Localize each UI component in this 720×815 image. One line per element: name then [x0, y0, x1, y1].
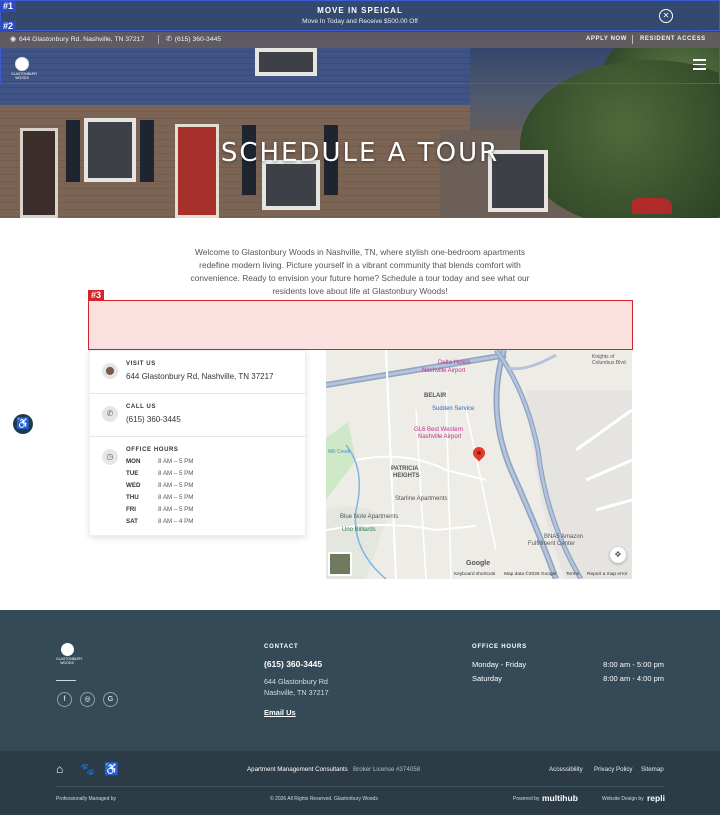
- hero-car: [632, 198, 672, 214]
- main-nav: GLASTONBURY WOODS: [0, 47, 720, 84]
- managed-by-text: Professionally Managed by: [56, 796, 117, 802]
- map-pin-icon: ◉: [10, 36, 16, 43]
- powered-by-text: Powered by: [513, 796, 540, 802]
- visit-address[interactable]: 644 Glastonbury Rd, Nashville, TN 37217: [126, 372, 274, 381]
- map-poi[interactable]: Nashville Airport: [422, 368, 465, 374]
- logo-text: GLASTONBURY WOODS: [11, 72, 38, 80]
- privacy-policy-link[interactable]: Privacy Policy: [594, 766, 633, 773]
- office-hours-heading: OFFICE HOURS: [472, 644, 527, 650]
- pet-friendly-icon: 🐾: [80, 762, 95, 776]
- divider: [56, 786, 664, 787]
- sitemap-link[interactable]: Sitemap: [641, 766, 664, 773]
- resident-access-button[interactable]: RESIDENT ACCESS: [640, 36, 706, 42]
- broker-license: Broker License #374058: [353, 766, 421, 773]
- map-label: Knights of Columbus Blvd: [592, 354, 626, 366]
- map-roads: [326, 350, 632, 579]
- website-design-text: Website Design by: [602, 796, 644, 802]
- map-poi[interactable]: Delta Hotels: [438, 360, 471, 366]
- repli-logo[interactable]: repli: [647, 793, 665, 803]
- footer-address-line2: Nashville, TN 37217: [264, 688, 329, 697]
- keyboard-shortcuts-link[interactable]: Keyboard shortcuts: [454, 572, 495, 577]
- annotation-badge-2: #2: [0, 21, 17, 32]
- map-poi[interactable]: BNA5 Amazon: [544, 534, 583, 540]
- facebook-icon[interactable]: f: [57, 692, 72, 707]
- map-label: PATRICIA: [391, 466, 419, 472]
- map-pin-icon: ⬤: [102, 363, 118, 379]
- google-logo: Google: [466, 560, 491, 567]
- multihub-logo[interactable]: multihub: [542, 793, 578, 803]
- logo[interactable]: GLASTONBURY WOODS: [11, 57, 38, 80]
- promo-banner: MOVE IN SPEICAL Move In Today and Receiv…: [0, 0, 720, 31]
- map-attribution: Keyboard shortcuts Map data ©2026 Google…: [326, 570, 632, 579]
- divider: [56, 680, 76, 681]
- tour-form-placeholder[interactable]: [88, 300, 633, 350]
- apply-now-button[interactable]: APPLY NOW: [586, 36, 627, 42]
- address-link[interactable]: ◉ 644 Glastonbury Rd. Nashville, TN 3721…: [10, 35, 145, 44]
- terms-link[interactable]: Terms: [566, 572, 579, 577]
- hours-time: 8:00 am - 4:00 pm: [603, 674, 664, 683]
- map-data-text: Map data ©2026 Google: [504, 572, 557, 577]
- instagram-icon[interactable]: ◎: [80, 692, 95, 707]
- close-icon[interactable]: ✕: [659, 9, 673, 23]
- contact-card: ⬤ VISIT US 644 Glastonbury Rd, Nashville…: [89, 350, 307, 537]
- management-company[interactable]: Apartment Management Consultants: [247, 766, 348, 773]
- map-poi[interactable]: Starline Apartments: [395, 496, 447, 502]
- subfooter: ⌂ 🐾 ♿ Apartment Management Consultants B…: [0, 751, 720, 815]
- accessibility-link[interactable]: Accessibility: [549, 766, 583, 773]
- info-bar: ◉ 644 Glastonbury Rd. Nashville, TN 3721…: [0, 32, 720, 47]
- map-poi[interactable]: GL6 Best Western: [414, 427, 463, 433]
- visit-label: VISIT US: [126, 361, 156, 367]
- hours-day: Monday - Friday: [472, 660, 527, 669]
- wheelchair-icon: ♿: [104, 762, 119, 776]
- map-poi[interactable]: Blue Note Apartments: [340, 514, 398, 520]
- intro-text: Welcome to Glastonbury Woods in Nashvill…: [190, 247, 530, 296]
- call-label: CALL US: [126, 404, 157, 410]
- google-icon[interactable]: G: [103, 692, 118, 707]
- address-text: 644 Glastonbury Rd. Nashville, TN 37217: [18, 35, 145, 43]
- map-label: HEIGHTS: [393, 473, 420, 479]
- promo-title: MOVE IN SPEICAL: [317, 6, 403, 15]
- equal-housing-icon: ⌂: [56, 762, 64, 776]
- footer-address-line1: 644 Glastonbury Rd: [264, 677, 328, 686]
- promo-subtitle: Move In Today and Receive $500.00 Off: [302, 18, 418, 25]
- footer-logo[interactable]: GLASTONBURY WOODS: [56, 643, 83, 667]
- divider: [158, 35, 159, 44]
- hours-row: ◷ OFFICE HOURS MON 8 AM – 5 PM TUE 8 AM – …: [90, 437, 307, 537]
- logo-mark: [60, 643, 74, 656]
- footer-phone[interactable]: (615) 360-3445: [264, 659, 322, 669]
- email-link[interactable]: Email Us: [264, 708, 296, 717]
- clock-icon: ◷: [102, 449, 118, 465]
- call-phone[interactable]: (615) 360-3445: [126, 415, 181, 424]
- phone-icon: ✆: [166, 36, 172, 43]
- map-poi[interactable]: Sudden Service: [432, 406, 474, 412]
- visit-row: ⬤ VISIT US 644 Glastonbury Rd, Nashville…: [90, 351, 307, 394]
- map-poi[interactable]: Uno Billiards: [342, 527, 376, 533]
- phone-link[interactable]: ✆ (615) 360-3445: [166, 35, 222, 44]
- footer-logo-text: GLASTONBURY WOODS: [56, 657, 83, 665]
- map-label: BELAIR: [424, 393, 447, 399]
- page-title: SCHEDULE A TOUR: [220, 138, 500, 168]
- call-row: ✆ CALL US (615) 360-3445: [90, 394, 307, 437]
- accessibility-icon[interactable]: ♿: [13, 414, 33, 434]
- hours-label: OFFICE HOURS: [126, 447, 179, 453]
- copyright: © 2026 All Rights Reserved. Glastonbury …: [270, 796, 378, 802]
- map-poi[interactable]: Fulfillment Center: [528, 541, 575, 547]
- report-error-link[interactable]: Report a map error: [587, 572, 628, 577]
- map-poi[interactable]: Nashville Airport: [418, 434, 461, 440]
- phone-icon: ✆: [102, 406, 118, 422]
- map-camera-control-icon[interactable]: ✥: [610, 547, 626, 563]
- divider: [632, 35, 633, 44]
- google-map[interactable]: Delta Hotels Nashville Airport BELAIR Su…: [326, 350, 632, 579]
- annotation-badge-1: #1: [0, 1, 17, 12]
- menu-icon[interactable]: [693, 59, 706, 70]
- contact-heading: CONTACT: [264, 644, 299, 650]
- hours-day: Saturday: [472, 674, 503, 683]
- hours-time: 8:00 am - 5:00 pm: [603, 660, 664, 669]
- map-label: Mill Creek: [328, 449, 351, 455]
- logo-mark: [15, 57, 29, 71]
- phone-text: (615) 360-3445: [174, 35, 222, 43]
- footer: GLASTONBURY WOODS f ◎ G CONTACT (615) 36…: [0, 610, 720, 751]
